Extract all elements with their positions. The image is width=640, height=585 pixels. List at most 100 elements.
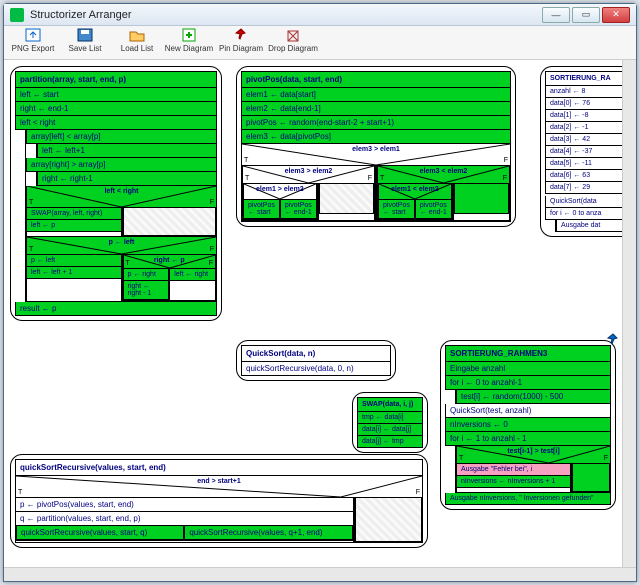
alt-header: elem3 > elem1 T F <box>241 144 511 166</box>
drop-diagram-button[interactable]: Drop Diagram <box>268 27 318 53</box>
stmt: left ← left + 1 <box>27 267 121 279</box>
stmt: tmp ← data[i] <box>357 412 423 424</box>
alt-header: test[i-1] > test[i] TF <box>456 446 611 464</box>
stmt: test[i] ← random(1000) - 500 <box>456 390 611 404</box>
stmt: p ← right <box>124 269 169 281</box>
call: p ← pivotPos(values, start, end) <box>16 498 353 512</box>
stmt: anzahl ← 8 <box>545 86 632 98</box>
stmt: elem2 ← data[end-1] <box>241 102 511 116</box>
maximize-button[interactable]: ▭ <box>572 7 600 23</box>
diagram-quicksort[interactable]: QuickSort(data, n) quickSortRecursive(da… <box>236 340 396 381</box>
diagram-title: quickSortRecursive(values, start, end) <box>15 459 423 476</box>
call: quickSortRecursive(data, 0, n) <box>241 362 391 376</box>
stmt: Ausgabe dat <box>556 220 632 232</box>
new-icon <box>180 27 198 43</box>
loop-header: for i ← 0 to anza <box>545 208 632 220</box>
diagram-partition[interactable]: partition(array, start, end, p) left ← s… <box>10 66 222 321</box>
drop-icon <box>284 27 302 43</box>
canvas[interactable]: partition(array, start, end, p) left ← s… <box>4 60 636 581</box>
stmt: pivotPos ← start <box>244 200 279 219</box>
loop-header: array[left] < array[p] <box>26 130 217 144</box>
stmt: nInversions ← nInversions + 1 <box>457 476 570 488</box>
output: Ausgabe nInversions, " Inversionen gefun… <box>445 493 611 505</box>
toolbar-label: Save List <box>69 44 102 53</box>
input: Eingabe anzahl <box>445 362 611 376</box>
toolbar-label: Drop Diagram <box>268 44 318 53</box>
alt-header: elem3 > elem2 TF <box>242 166 375 184</box>
diagram-pivotpos[interactable]: pivotPos(data, start, end) elem1 ← data[… <box>236 66 516 227</box>
call: QuickSort(test, anzahl) <box>445 404 611 418</box>
stmt: right ← right-1 <box>37 172 217 186</box>
diagram-title: SWAP(data, i, j) <box>357 397 423 412</box>
open-icon <box>128 27 146 43</box>
alt-header: elem3 < elem2 TF <box>377 166 510 184</box>
stmt: data[j] ← tmp <box>357 436 423 448</box>
alt-header: p ← left T F <box>26 237 217 255</box>
alt-header: elem1 < elem2 <box>378 184 452 200</box>
stmt: data[5] ← -11 <box>545 158 632 170</box>
stmt: data[1] ← -8 <box>545 110 632 122</box>
toolbar-label: PNG Export <box>12 44 55 53</box>
vertical-scrollbar[interactable] <box>622 60 636 567</box>
loop-header: for i ← 1 to anzahl - 1 <box>445 432 611 446</box>
minimize-button[interactable]: — <box>542 7 570 23</box>
stmt: data[4] ← -37 <box>545 146 632 158</box>
loop-header: left < right <box>15 116 217 130</box>
diagram-title: QuickSort(data, n) <box>241 345 391 362</box>
save-list-button[interactable]: Save List <box>60 27 110 53</box>
stmt: pivotPos ← end-1 <box>281 200 316 219</box>
app-icon <box>10 8 24 22</box>
call: quickSortRecursive(values, q+1, end) <box>185 526 351 540</box>
stmt: pivotPos ← random(end-start-2 + start+1) <box>241 116 511 130</box>
save-icon <box>76 27 94 43</box>
stmt: elem1 ← data[start] <box>241 88 511 102</box>
diagram-title: partition(array, start, end, p) <box>15 71 217 88</box>
new-diagram-button[interactable]: New Diagram <box>164 27 214 53</box>
stmt: elem3 ← data[pivotPos] <box>241 130 511 144</box>
app-window: Structorizer Arranger — ▭ ✕ PNG Export S… <box>3 3 637 582</box>
stmt: left ← p <box>27 220 121 232</box>
horizontal-scrollbar[interactable] <box>4 567 636 581</box>
call: QuickSort(data <box>545 196 632 208</box>
stmt: nInversions ← 0 <box>445 418 611 432</box>
titlebar[interactable]: Structorizer Arranger — ▭ ✕ <box>4 4 636 26</box>
png-export-button[interactable]: PNG Export <box>8 27 58 53</box>
close-button[interactable]: ✕ <box>602 7 630 23</box>
stmt: data[6] ← 63 <box>545 170 632 182</box>
stmt: right ← end-1 <box>15 102 217 116</box>
stmt: result ← p <box>15 302 217 316</box>
stmt: data[7] ← 29 <box>545 182 632 194</box>
diagram-qsrecursive[interactable]: quickSortRecursive(values, start, end) e… <box>10 454 428 548</box>
window-title: Structorizer Arranger <box>30 9 542 21</box>
export-icon <box>24 27 42 43</box>
pin-icon <box>607 333 619 345</box>
stmt: data[0] ← 76 <box>545 98 632 110</box>
stmt: data[i] ← data[j] <box>357 424 423 436</box>
stmt: pivotPos ← start <box>379 200 414 219</box>
diagram-swap[interactable]: SWAP(data, i, j) tmp ← data[i] data[i] ←… <box>352 392 428 453</box>
output: Ausgabe "Fehler bei", i <box>457 464 570 476</box>
stmt: left ← right <box>170 269 215 281</box>
toolbar-label: New Diagram <box>165 44 213 53</box>
stmt: right ← right - 1 <box>124 281 169 300</box>
diagram-title: pivotPos(data, start, end) <box>241 71 511 88</box>
toolbar-label: Pin Diagram <box>219 44 263 53</box>
toolbar-label: Load List <box>121 44 153 53</box>
stmt: data[3] ← 42 <box>545 134 632 146</box>
alt-header: left < right T F <box>26 186 217 208</box>
diagram-title: SORTIERUNG_RA <box>545 71 632 86</box>
load-list-button[interactable]: Load List <box>112 27 162 53</box>
loop-header: array[right] > array[p] <box>26 158 217 172</box>
stmt: pivotPos ← end-1 <box>416 200 451 219</box>
diagram-title: SORTIERUNG_RAHMEN3 <box>445 345 611 362</box>
call: SWAP(array, left, right) <box>27 208 121 220</box>
call: q ← partition(values, start, end, p) <box>16 512 353 526</box>
call: quickSortRecursive(values, start, q) <box>17 526 183 540</box>
stmt: data[2] ← -1 <box>545 122 632 134</box>
alt-header: end > start+1 TF <box>15 476 423 498</box>
diagram-rahmen3[interactable]: SORTIERUNG_RAHMEN3 Eingabe anzahl for i … <box>440 340 616 510</box>
stmt: left ← left+1 <box>37 144 217 158</box>
stmt: p ← left <box>27 255 121 267</box>
pin-diagram-button[interactable]: Pin Diagram <box>216 27 266 53</box>
stmt: left ← start <box>15 88 217 102</box>
